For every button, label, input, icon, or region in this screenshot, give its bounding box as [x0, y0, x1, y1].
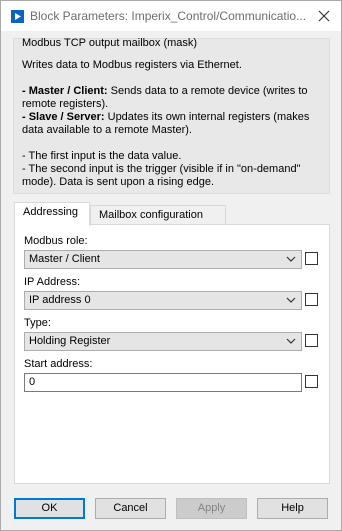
- input2-description: - The second input is the trigger (visib…: [22, 163, 301, 188]
- input1-description: - The first input is the data value.: [22, 150, 182, 162]
- start-address-input[interactable]: 0: [24, 373, 302, 392]
- block-parameters-dialog: Block Parameters: Imperix_Control/Commun…: [0, 0, 342, 531]
- modbus-role-select[interactable]: Master / Client: [24, 250, 302, 269]
- apply-button[interactable]: Apply: [176, 498, 247, 519]
- type-checkbox[interactable]: [305, 334, 318, 347]
- ip-address-select[interactable]: IP address 0: [24, 291, 302, 310]
- tab-addressing[interactable]: Addressing: [14, 202, 90, 226]
- description-line: Writes data to Modbus registers via Ethe…: [22, 59, 242, 71]
- ok-button[interactable]: OK: [14, 498, 85, 519]
- ip-address-value: IP address 0: [29, 294, 91, 306]
- ip-address-label: IP Address:: [24, 276, 81, 288]
- master-description: - Master / Client: Sends data to a remot…: [22, 85, 326, 111]
- close-icon[interactable]: [315, 7, 333, 25]
- modbus-role-value: Master / Client: [29, 253, 100, 265]
- help-button[interactable]: Help: [257, 498, 328, 519]
- type-label: Type:: [24, 317, 51, 329]
- addressing-panel: Modbus role: Master / Client IP Address:…: [14, 224, 330, 484]
- title-bar[interactable]: Block Parameters: Imperix_Control/Commun…: [1, 1, 341, 31]
- cancel-button[interactable]: Cancel: [95, 498, 166, 519]
- chevron-down-icon: [286, 297, 296, 303]
- simulink-block-icon: [11, 10, 24, 23]
- chevron-down-icon: [286, 256, 296, 262]
- group-title: Modbus TCP output mailbox (mask): [22, 37, 198, 49]
- master-label: - Master / Client:: [22, 85, 108, 97]
- slave-description: - Slave / Server: Updates its own intern…: [22, 111, 326, 137]
- ip-address-checkbox[interactable]: [305, 293, 318, 306]
- block-description: Writes data to Modbus registers via Ethe…: [22, 59, 326, 189]
- chevron-down-icon: [286, 338, 296, 344]
- window-title: Block Parameters: Imperix_Control/Commun…: [30, 9, 307, 23]
- tab-mailbox-configuration[interactable]: Mailbox configuration: [90, 205, 226, 225]
- start-address-label: Start address:: [24, 358, 93, 370]
- modbus-role-checkbox[interactable]: [305, 252, 318, 265]
- type-select[interactable]: Holding Register: [24, 332, 302, 351]
- modbus-role-label: Modbus role:: [24, 235, 88, 247]
- type-value: Holding Register: [29, 335, 111, 347]
- description-group: Modbus TCP output mailbox (mask) Writes …: [13, 37, 330, 194]
- slave-label: - Slave / Server:: [22, 111, 105, 123]
- start-address-checkbox[interactable]: [305, 375, 318, 388]
